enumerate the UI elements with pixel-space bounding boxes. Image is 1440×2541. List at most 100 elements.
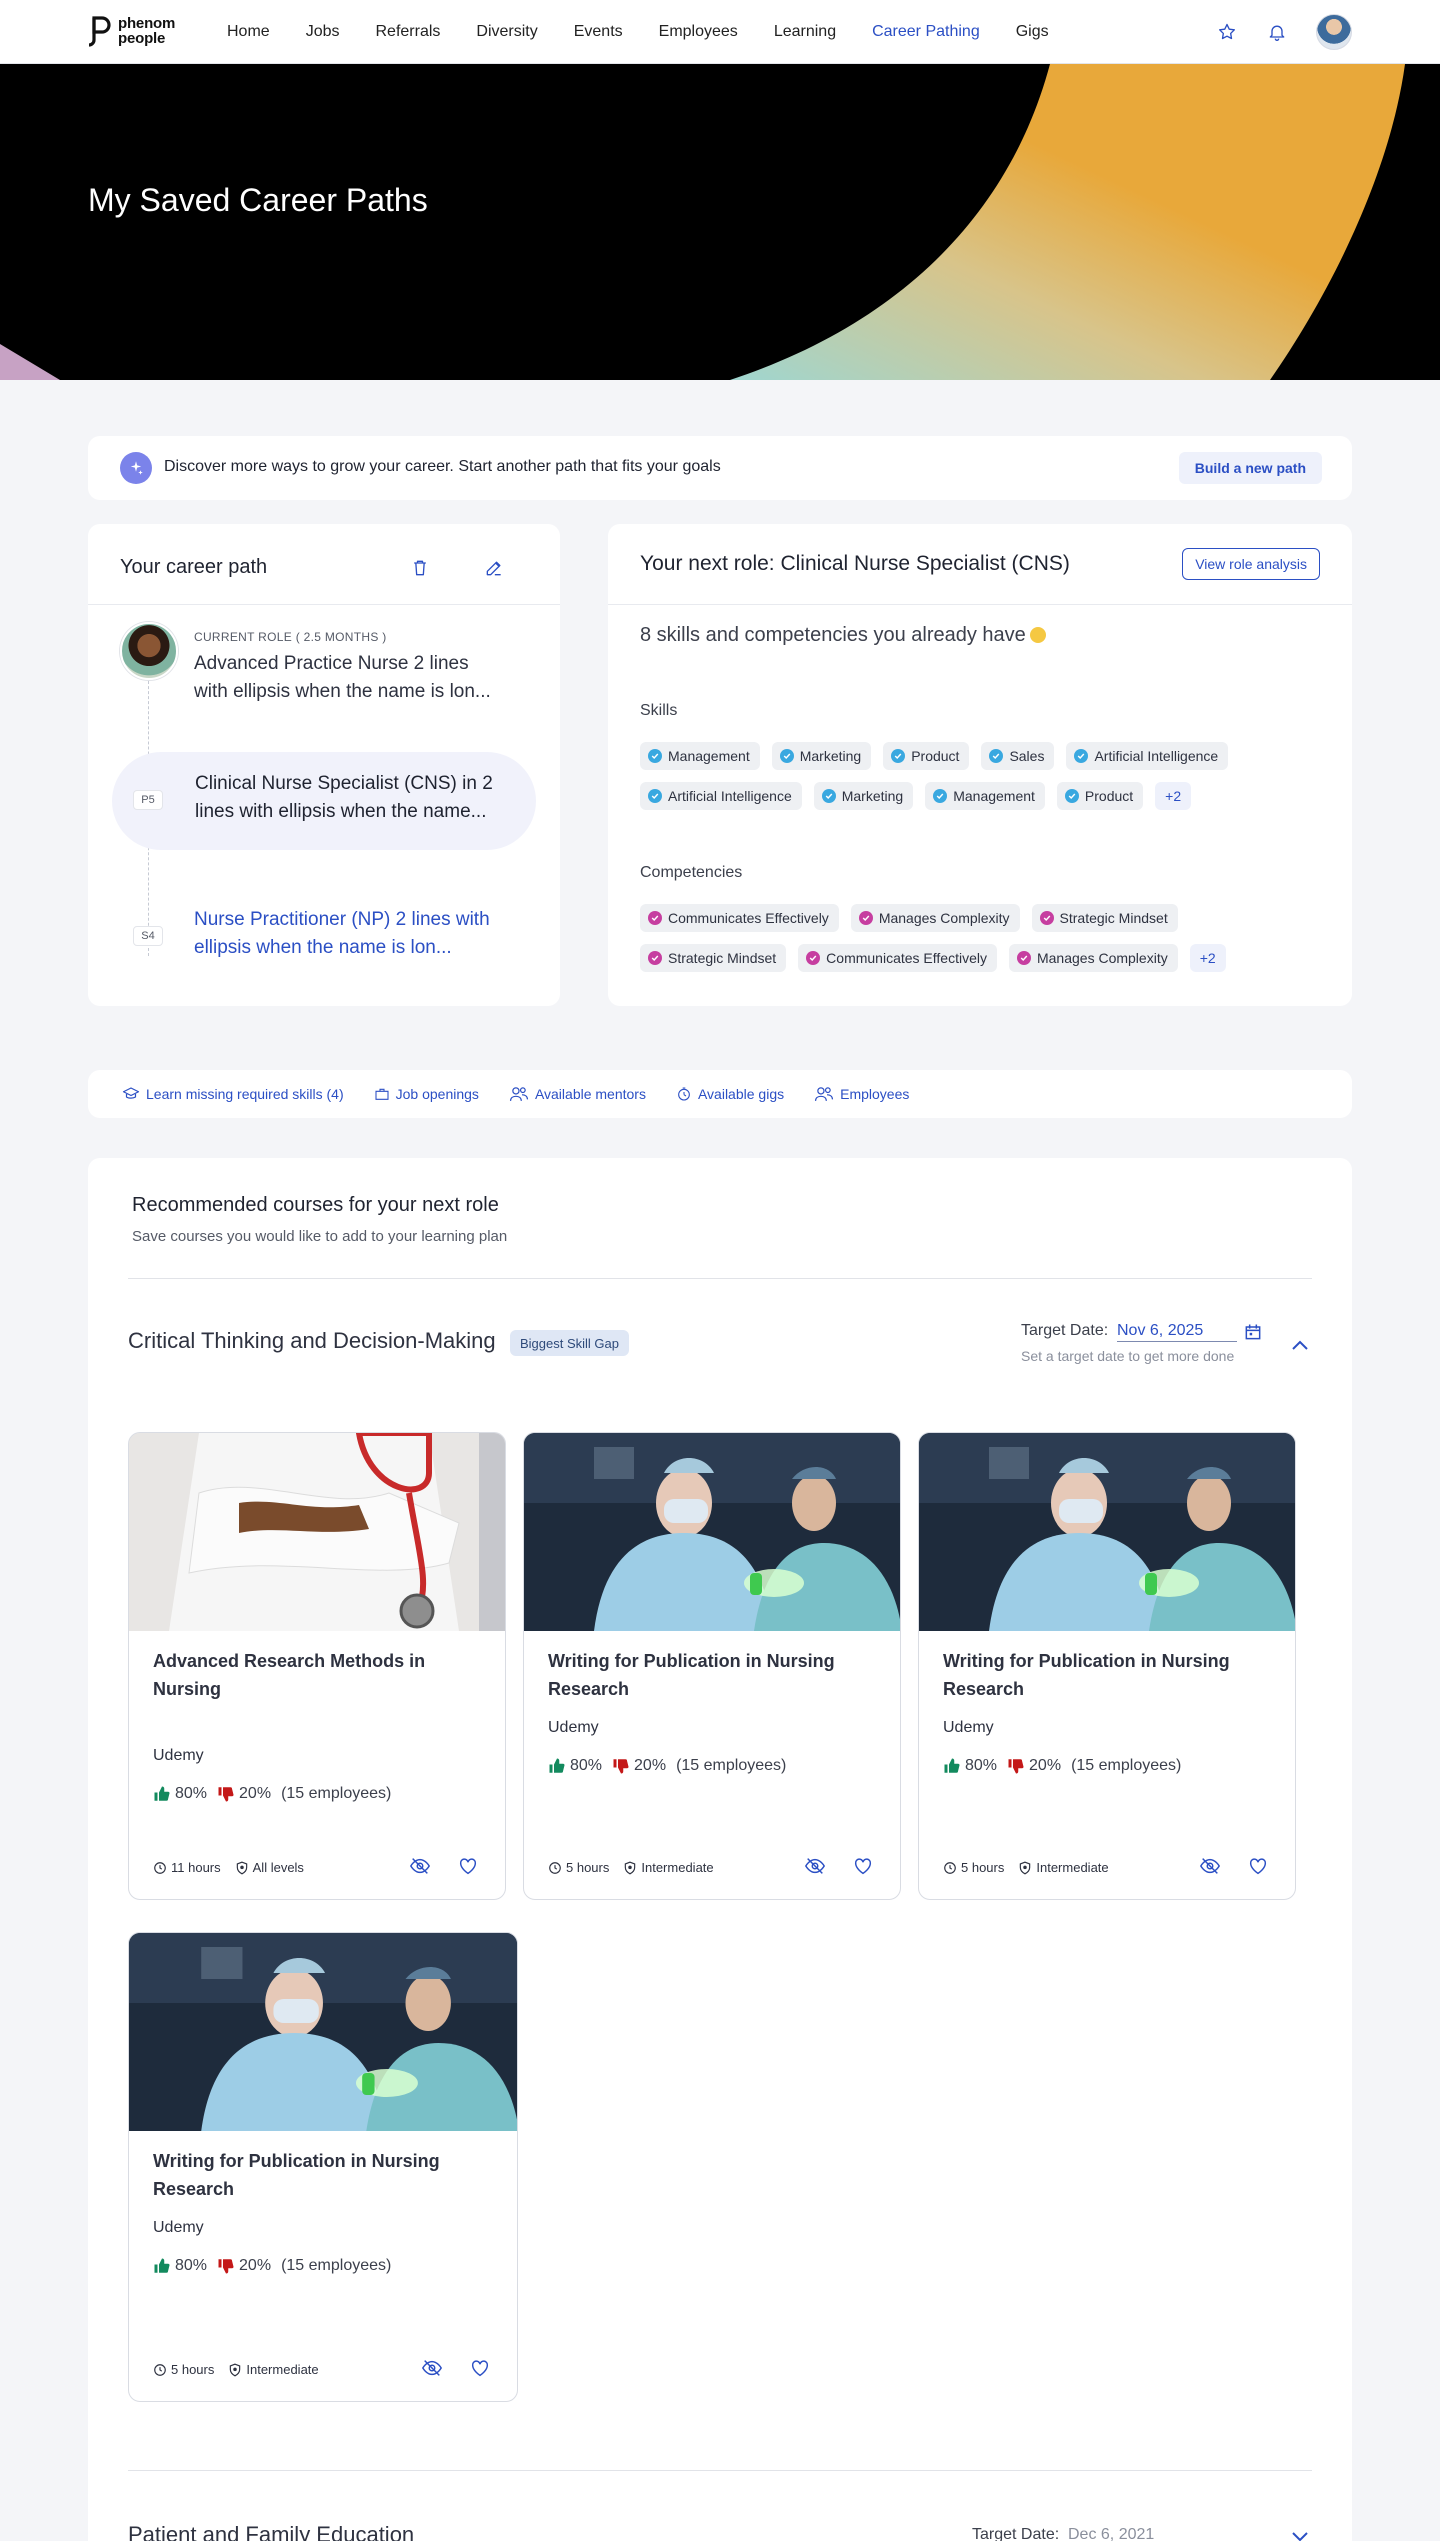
course-card[interactable]: Writing for Publication in Nursing Resea… — [523, 1432, 901, 1900]
divider — [128, 1278, 1312, 1279]
check-icon — [648, 951, 662, 965]
duration: 11 hours — [153, 1860, 221, 1875]
selected-role-name[interactable]: Clinical Nurse Specialist (CNS) in 2 lin… — [195, 770, 505, 826]
learn-missing-skills-label: Learn missing required skills (4) — [146, 1086, 344, 1102]
heart-icon[interactable] — [457, 1855, 479, 1877]
course-meta: 5 hours Intermediate — [153, 2362, 319, 2377]
nav-gigs[interactable]: Gigs — [1016, 23, 1049, 41]
available-gigs-link[interactable]: Available gigs — [676, 1086, 784, 1102]
more-competencies-button[interactable]: +2 — [1189, 944, 1226, 972]
hide-eye-icon[interactable] — [409, 1855, 431, 1877]
check-icon — [821, 789, 836, 803]
graduation-cap-icon — [122, 1087, 140, 1099]
employees-link[interactable]: Employees — [814, 1085, 909, 1103]
learn-missing-skills-link[interactable]: Learn missing required skills (4) — [122, 1085, 344, 1103]
trash-icon[interactable] — [406, 554, 434, 582]
course-card[interactable]: Advanced Research Methods in Nursing Ude… — [128, 1432, 506, 1900]
competencies-label: Competencies — [640, 864, 743, 881]
check-icon — [648, 911, 662, 925]
current-role-name: Advanced Practice Nurse 2 lines with ell… — [194, 653, 491, 702]
employees-count: (15 employees) — [676, 1757, 787, 1774]
skill-tag-label: Product — [1084, 788, 1134, 804]
biggest-skill-gap-badge: Biggest Skill Gap — [510, 1330, 629, 1356]
duration-label: 5 hours — [566, 1860, 610, 1875]
nav-events[interactable]: Events — [574, 23, 623, 41]
competency-tag-label: Strategic Mindset — [1059, 910, 1168, 926]
thumbs-down-icon — [218, 1787, 234, 1802]
user-avatar[interactable] — [1316, 14, 1352, 50]
people-icon — [815, 1087, 834, 1101]
course-image-surgeons — [129, 1933, 517, 2131]
level: All levels — [235, 1860, 304, 1875]
phenom-logo[interactable]: phenom people — [88, 14, 175, 48]
thumbs-down-percent: 20% — [1029, 1757, 1062, 1774]
competency-tag: Communicates Effectively — [640, 904, 839, 932]
skill-tag-label: Management — [953, 788, 1035, 804]
build-new-path-button[interactable]: Build a new path — [1178, 452, 1322, 484]
target-date-input[interactable]: Nov 6, 2025 — [1117, 1322, 1237, 1342]
hide-eye-icon[interactable] — [1199, 1855, 1221, 1877]
thumbs-up-percent: 80% — [175, 1785, 208, 1802]
target-date-label: Target Date: — [972, 2526, 1060, 2541]
course-rating: 80% 20% (15 employees) — [153, 1785, 391, 1803]
chevron-up-icon[interactable] — [1288, 1334, 1312, 1358]
next-role-link[interactable]: Nurse Practitioner (NP) 2 lines with ell… — [194, 906, 504, 962]
sparkle-icon — [120, 452, 152, 484]
hide-eye-icon[interactable] — [421, 2357, 443, 2379]
nav-employees[interactable]: Employees — [659, 23, 738, 41]
current-role-label: CURRENT ROLE ( 2.5 MONTHS ) — [194, 630, 387, 644]
check-icon — [1016, 951, 1031, 965]
divider — [88, 604, 560, 605]
banner-message: Discover more ways to grow your career. … — [164, 458, 721, 475]
course-actions — [804, 1855, 874, 1877]
more-skills-button[interactable]: +2 — [1155, 782, 1192, 810]
skill-tag-label: Sales — [1009, 748, 1045, 764]
hide-eye-icon[interactable] — [804, 1855, 826, 1877]
skill-tag-label: Marketing — [841, 788, 904, 804]
level: Intermediate — [623, 1860, 714, 1875]
skills-row-1: Management Marketing Product Sales Artif… — [640, 742, 1229, 770]
target-date-input[interactable]: Dec 6, 2021 — [1068, 2526, 1188, 2541]
chevron-down-icon[interactable] — [1288, 2524, 1312, 2541]
view-role-analysis-button[interactable]: View role analysis — [1182, 548, 1320, 580]
heart-icon[interactable] — [469, 2357, 491, 2379]
brand-name-line2: people — [118, 30, 166, 47]
course-card[interactable]: Writing for Publication in Nursing Resea… — [918, 1432, 1296, 1900]
course-provider: Udemy — [153, 2219, 204, 2236]
skills-count-label: 8 skills and competencies you already ha… — [640, 624, 1026, 646]
nav-diversity[interactable]: Diversity — [476, 23, 537, 41]
career-path-card: Your career path CURRENT ROLE ( 2.5 MONT… — [88, 524, 560, 1006]
duration: 5 hours — [153, 2362, 214, 2377]
nav-learning[interactable]: Learning — [774, 23, 836, 41]
competency-tag-label: Manages Complexity — [878, 910, 1010, 926]
skills-row-2: Artificial Intelligence Marketing Manage… — [640, 782, 1192, 810]
brand-name-line1: phenom — [118, 15, 176, 32]
level-label: Intermediate — [641, 1860, 714, 1875]
career-path-title: Your career path — [120, 556, 268, 578]
skill-tag-label: Marketing — [799, 748, 862, 764]
course-title: Writing for Publication in Nursing Resea… — [943, 1651, 1230, 1699]
nav-referrals[interactable]: Referrals — [375, 23, 440, 41]
check-icon — [806, 951, 821, 965]
available-mentors-label: Available mentors — [534, 1086, 646, 1102]
nav-home[interactable]: Home — [227, 23, 270, 41]
edit-pencil-icon[interactable] — [480, 554, 508, 582]
top-navigation: phenom people Home Jobs Referrals Divers… — [0, 0, 1440, 64]
heart-icon[interactable] — [852, 1855, 874, 1877]
check-icon — [891, 749, 906, 763]
skills-label: Skills — [640, 702, 678, 719]
calendar-icon[interactable] — [1243, 1322, 1263, 1342]
skill-tag: Management — [640, 742, 760, 770]
course-provider: Udemy — [548, 1719, 599, 1736]
heart-icon[interactable] — [1247, 1855, 1269, 1877]
stopwatch-icon — [678, 1087, 690, 1101]
course-card[interactable]: Writing for Publication in Nursing Resea… — [128, 1932, 518, 2402]
available-mentors-link[interactable]: Available mentors — [509, 1085, 646, 1103]
star-icon[interactable] — [1216, 21, 1238, 43]
clock-icon — [154, 2363, 166, 2376]
job-openings-link[interactable]: Job openings — [374, 1086, 479, 1102]
nav-jobs[interactable]: Jobs — [306, 23, 340, 41]
employees-count: (15 employees) — [281, 1785, 392, 1802]
bell-icon[interactable] — [1266, 21, 1288, 43]
nav-career-pathing[interactable]: Career Pathing — [872, 23, 980, 41]
